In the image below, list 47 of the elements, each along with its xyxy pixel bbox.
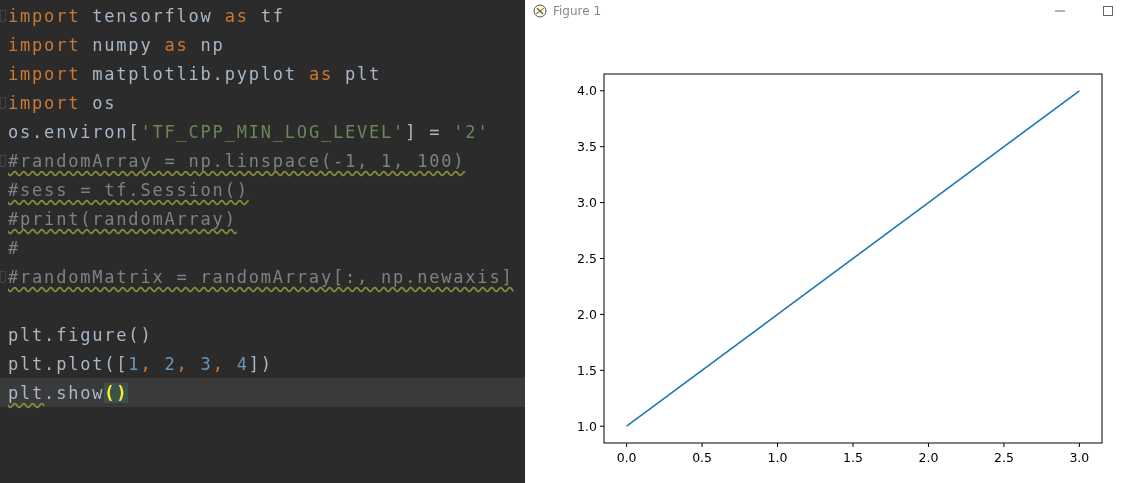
code-line: plt.figure()	[8, 323, 154, 347]
x-tick-mark	[1078, 442, 1080, 448]
code-comment: #sess = tf.Session()	[8, 178, 250, 202]
y-tick-label: 4.0	[577, 83, 597, 99]
y-tick-mark	[599, 258, 605, 259]
y-tick-label: 1.5	[577, 362, 597, 378]
y-tick-mark	[599, 425, 605, 427]
x-tick-label: 2.5	[993, 450, 1014, 465]
app-logo-icon	[533, 4, 547, 18]
x-tick-label: 0.0	[616, 450, 637, 465]
x-tick-mark	[777, 442, 779, 448]
y-tick-mark	[599, 90, 605, 92]
code-comment: #print(randomArray)	[8, 207, 238, 231]
x-tick-label: 1.0	[767, 450, 788, 465]
code-comment: #randomMatrix = randomArray[:, np.newaxis]	[8, 265, 515, 289]
code-line: os.environ['TF_CPP_MIN_LOG_LEVEL'] = '2'	[8, 120, 491, 144]
x-tick-mark	[852, 442, 854, 448]
code-line: import matplotlib.pyplot as plt	[8, 62, 383, 86]
x-tick-mark	[701, 442, 703, 448]
x-tick-mark	[626, 442, 628, 448]
maximize-icon[interactable]	[1102, 5, 1114, 17]
fold-marker-icon[interactable]	[0, 154, 6, 167]
x-tick-label: 3.0	[1069, 450, 1090, 465]
x-tick-label: 2.0	[918, 450, 939, 465]
code-line: plt.plot([1, 2, 3, 4])	[8, 352, 274, 376]
y-tick-label: 2.0	[577, 306, 597, 322]
y-tick-mark	[599, 313, 605, 315]
code-comment: #	[8, 236, 22, 260]
y-tick-label: 1.0	[577, 418, 597, 434]
fold-marker-icon[interactable]	[0, 96, 6, 109]
x-tick-mark	[1003, 442, 1005, 448]
y-tick-label: 3.0	[577, 195, 597, 211]
x-tick-label: 1.5	[843, 450, 863, 465]
code-line: import os	[8, 91, 118, 115]
y-tick-mark	[599, 202, 605, 204]
y-tick-label: 2.5	[577, 251, 597, 266]
x-tick-label: 0.5	[692, 450, 713, 465]
x-tick-mark	[927, 442, 929, 448]
code-line: import tensorflow as tf	[8, 4, 286, 28]
y-tick-mark	[599, 146, 605, 148]
fold-marker-icon[interactable]	[0, 270, 6, 283]
fold-marker-icon[interactable]	[0, 9, 6, 22]
code-line: import numpy as np	[8, 33, 226, 57]
window-title: Figure 1	[553, 4, 602, 18]
y-tick-mark	[599, 369, 605, 371]
code-comment: #randomArray = np.linspace(-1, 1, 100)	[8, 149, 467, 173]
y-tick-label: 3.5	[577, 139, 597, 155]
